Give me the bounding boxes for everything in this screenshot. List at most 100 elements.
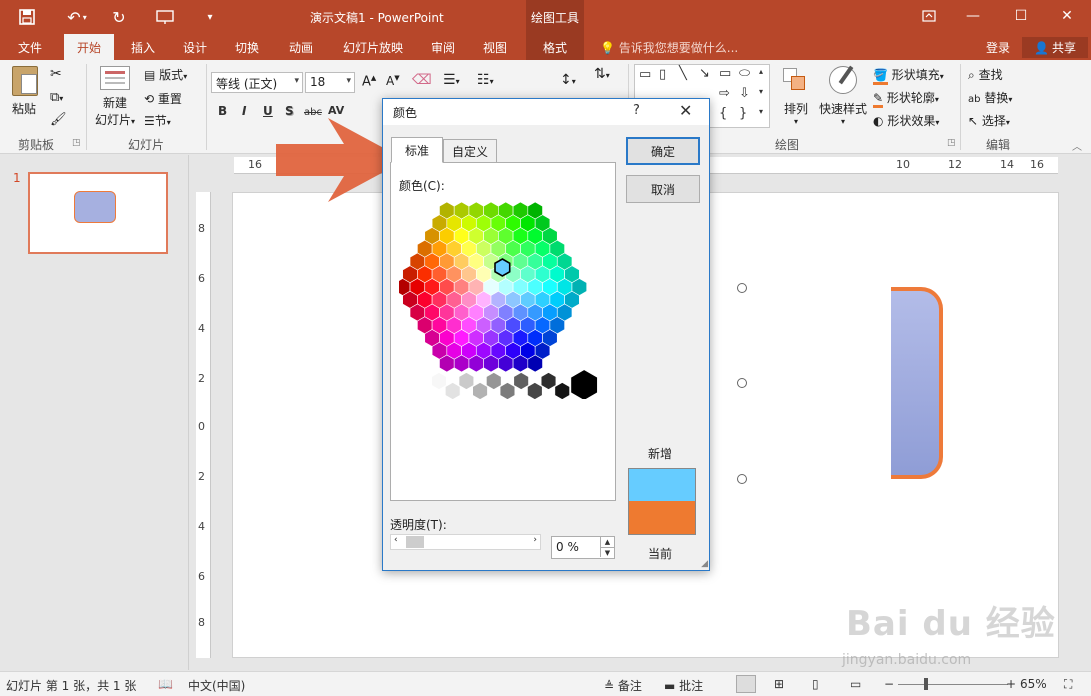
close-icon[interactable]: ✕ — [679, 101, 692, 120]
tab-insert[interactable]: 插入 — [122, 34, 164, 60]
save-icon[interactable] — [14, 6, 40, 28]
zoom-out-icon[interactable]: − — [884, 677, 894, 691]
present-from-start-icon[interactable] — [152, 6, 178, 28]
resize-handle[interactable] — [737, 474, 747, 484]
maximize-icon[interactable]: ☐ — [1006, 4, 1036, 28]
clipboard-launcher-icon[interactable]: ◳ — [72, 138, 81, 148]
line-shape-icon[interactable]: ╲ — [679, 66, 687, 81]
textbox-shape-icon[interactable]: ▭ — [639, 67, 651, 82]
collapse-ribbon-icon[interactable]: ︿ — [1072, 138, 1082, 153]
comments-button[interactable]: ▬ 批注 — [664, 677, 703, 694]
clear-format-icon[interactable]: ⌫ — [412, 72, 432, 88]
slideshow-view-icon[interactable]: ▭ — [850, 677, 861, 691]
notes-button[interactable]: ≜ 备注 — [604, 677, 642, 694]
paste-button[interactable]: 粘贴 — [12, 66, 38, 117]
shape-fill-button[interactable]: 🪣 形状填充▾ — [873, 66, 944, 85]
minimize-icon[interactable]: — — [958, 4, 988, 28]
font-name-combo[interactable]: 等线 (正文) ▾ — [211, 72, 303, 93]
spin-down-icon[interactable]: ▼ — [600, 547, 614, 557]
tab-transitions[interactable]: 切换 — [226, 34, 268, 60]
resize-grip-icon[interactable]: ◢ — [701, 559, 708, 569]
slider-thumb[interactable] — [406, 536, 424, 548]
undo-icon[interactable]: ↶ ▾ — [60, 6, 94, 28]
line-spacing-icon[interactable]: ↕▾ — [560, 72, 576, 88]
help-icon[interactable]: ? — [633, 103, 640, 118]
fit-slide-icon[interactable]: ⛶ — [1064, 677, 1072, 692]
spell-check-icon[interactable]: 📖 — [158, 677, 173, 691]
replace-button[interactable]: ab 替换▾ — [968, 89, 1012, 106]
selected-color-swatch[interactable] — [494, 258, 511, 277]
bold-button[interactable]: B — [218, 104, 227, 118]
oval-shape-icon[interactable]: ⬭ — [739, 66, 750, 81]
zoom-in-icon[interactable]: + — [1006, 677, 1016, 691]
font-size-combo[interactable]: 18 ▾ — [305, 72, 355, 93]
color-honeycomb[interactable] — [399, 199, 609, 399]
vertical-textbox-shape-icon[interactable]: ▯ — [659, 67, 666, 82]
grey-swatch[interactable] — [513, 372, 529, 390]
brace-shape-icon[interactable]: { — [719, 106, 727, 121]
grey-swatch[interactable] — [431, 372, 447, 390]
rectangle-shape-icon[interactable]: ▭ — [719, 66, 731, 81]
cut-icon[interactable]: ✂ — [50, 66, 62, 82]
italic-button[interactable]: I — [242, 104, 246, 118]
grey-swatch[interactable] — [540, 372, 557, 390]
tab-view[interactable]: 视图 — [474, 34, 516, 60]
reset-button[interactable]: ⟲ 重置 — [144, 90, 182, 107]
increase-font-icon[interactable]: A▲ — [362, 74, 376, 89]
cancel-button[interactable]: 取消 — [626, 175, 700, 203]
arrange-button[interactable]: 排列 ▾ — [781, 66, 811, 126]
bullets-icon[interactable]: ☰▾ — [443, 72, 460, 88]
transparency-slider[interactable]: ‹ › — [390, 534, 541, 550]
tab-slideshow[interactable]: 幻灯片放映 — [334, 34, 412, 60]
tab-review[interactable]: 审阅 — [422, 34, 464, 60]
grey-swatch[interactable] — [486, 372, 502, 390]
find-button[interactable]: ⌕ 查找 — [968, 66, 1003, 83]
customize-qat-icon[interactable]: ▾ — [200, 6, 220, 28]
language-status[interactable]: 中文(中国) — [188, 677, 245, 694]
grey-swatch[interactable] — [458, 372, 475, 390]
redo-icon[interactable]: ↻ — [106, 6, 132, 28]
resize-handle[interactable] — [737, 283, 747, 293]
gallery-scroll-up-icon[interactable]: ▴ — [759, 67, 763, 76]
zoom-level[interactable]: 65% — [1020, 677, 1047, 691]
slide-thumbnail[interactable] — [28, 172, 168, 254]
grey-swatch[interactable] — [499, 382, 516, 400]
ribbon-display-options-icon[interactable] — [914, 4, 944, 28]
slider-right-icon[interactable]: › — [533, 535, 537, 545]
tab-design[interactable]: 设计 — [174, 34, 216, 60]
text-direction-icon[interactable]: ⇅▾ — [594, 66, 610, 82]
numbering-icon[interactable]: ☷▾ — [477, 72, 494, 88]
down-arrow-shape-icon[interactable]: ⇩ — [739, 86, 750, 101]
shape-effects-button[interactable]: ◐ 形状效果▾ — [873, 112, 939, 129]
grey-swatch[interactable] — [554, 382, 570, 400]
new-slide-button[interactable]: 新建 幻灯片▾ — [94, 66, 136, 128]
tab-file[interactable]: 文件 — [8, 34, 52, 60]
ok-button[interactable]: 确定 — [626, 137, 700, 165]
decrease-font-icon[interactable]: A▼ — [386, 74, 400, 88]
grey-swatch[interactable] — [527, 382, 543, 400]
share-button[interactable]: 👤 共享 — [1022, 37, 1088, 58]
right-arrow-shape-icon[interactable]: ⇨ — [719, 86, 730, 101]
select-button[interactable]: ↖ 选择▾ — [968, 112, 1010, 129]
tell-me-search[interactable]: 💡 告诉我您想要做什么... — [600, 39, 738, 56]
layout-button[interactable]: ▤ 版式▾ — [144, 66, 187, 83]
copy-icon[interactable]: ⧉▾ — [50, 90, 63, 105]
tab-home[interactable]: 开始 — [64, 34, 114, 60]
slide-sorter-icon[interactable]: ⊞ — [774, 677, 784, 691]
transparency-input[interactable]: 0 % ▲ ▼ — [551, 536, 615, 559]
drawing-launcher-icon[interactable]: ◳ — [947, 138, 956, 148]
tab-animations[interactable]: 动画 — [280, 34, 322, 60]
grey-swatch[interactable] — [472, 382, 488, 400]
spin-up-icon[interactable]: ▲ — [600, 537, 614, 547]
zoom-slider[interactable] — [898, 684, 1008, 685]
reading-view-icon[interactable]: ▯ — [812, 677, 819, 691]
resize-handle[interactable] — [737, 378, 747, 388]
login-link[interactable]: 登录 — [986, 39, 1010, 56]
format-painter-icon[interactable]: 🖌 — [50, 112, 67, 127]
normal-view-icon[interactable] — [736, 675, 756, 693]
arrow-line-shape-icon[interactable]: ↘ — [699, 66, 710, 81]
gallery-more-icon[interactable]: ▾ — [759, 107, 763, 116]
tab-format[interactable]: 格式 — [526, 34, 584, 60]
zoom-slider-thumb[interactable] — [924, 678, 928, 690]
close-window-icon[interactable]: ✕ — [1052, 4, 1082, 28]
